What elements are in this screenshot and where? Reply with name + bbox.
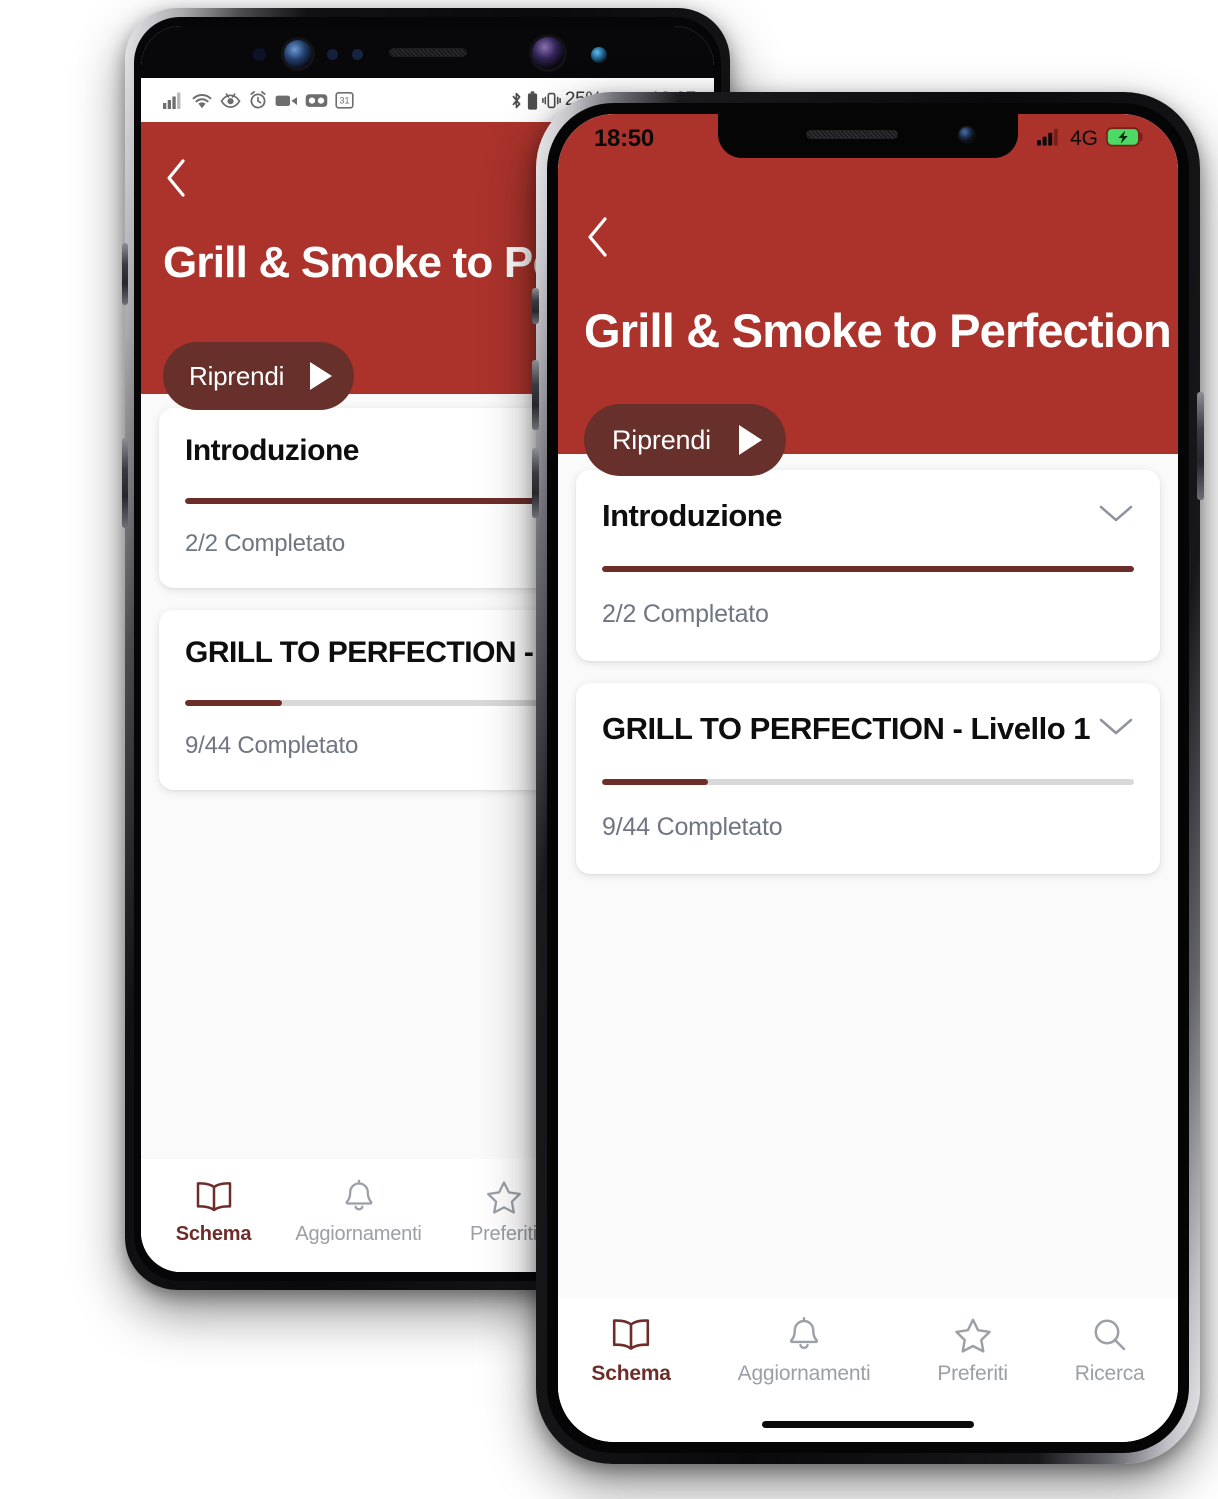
heart-rate-sensor-icon <box>591 47 607 63</box>
resume-button-label: Riprendi <box>189 360 285 391</box>
network-type-label: 4G <box>1069 127 1098 150</box>
tab-label: Preferiti <box>937 1362 1008 1385</box>
iphone-power-button[interactable] <box>1197 392 1204 500</box>
tab-ricerca[interactable]: Ricerca <box>1041 1316 1178 1386</box>
section-card[interactable]: GRILL TO PERFECTION - Livello 1 9/44 Com… <box>576 683 1160 874</box>
section-progress-fill <box>602 566 1134 572</box>
chevron-down-icon[interactable] <box>1098 503 1134 529</box>
calendar-icon: 31 <box>335 91 354 109</box>
android-volume-button[interactable] <box>122 243 128 305</box>
book-icon <box>193 1179 235 1215</box>
iphone-volume-down-button[interactable] <box>532 448 539 518</box>
ios-app-header: 18:50 4G Grill & Smoke to Perfection Rip… <box>558 114 1178 476</box>
video-camera-icon <box>275 93 298 108</box>
ios-status-right: 4G <box>1036 126 1144 152</box>
resume-button[interactable]: Riprendi <box>584 404 786 476</box>
signal-bars-icon <box>1036 127 1062 151</box>
play-icon <box>738 425 762 455</box>
earpiece-speaker <box>806 130 898 139</box>
chevron-down-icon[interactable] <box>1098 716 1134 742</box>
tab-label: Aggiornamenti <box>737 1362 871 1385</box>
iphone-screen: 18:50 4G Grill & Smoke to Perfection Rip… <box>558 114 1178 1442</box>
resume-button-label: Riprendi <box>612 424 711 455</box>
tab-label: Aggiornamenti <box>295 1223 422 1245</box>
bell-icon <box>782 1316 826 1354</box>
section-title: GRILL TO PERFECTION - Livello 1 <box>602 711 1091 746</box>
tab-preferiti[interactable]: Preferiti <box>904 1316 1041 1386</box>
star-icon <box>483 1179 525 1215</box>
iphone-silent-switch[interactable] <box>532 288 539 324</box>
tab-aggiornamenti[interactable]: Aggiornamenti <box>286 1179 431 1246</box>
tab-aggiornamenti[interactable]: Aggiornamenti <box>704 1316 904 1386</box>
home-indicator[interactable] <box>762 1421 974 1428</box>
resume-button[interactable]: Riprendi <box>163 342 355 410</box>
bluetooth-icon <box>510 91 523 110</box>
alarm-icon <box>248 91 268 109</box>
earpiece-speaker <box>388 48 467 57</box>
section-title: Introduzione <box>185 434 359 467</box>
android-top-bezel <box>141 26 714 78</box>
front-camera-icon <box>959 127 974 142</box>
signal-icon <box>163 92 184 109</box>
section-card[interactable]: Introduzione 2/2 Completato <box>576 470 1160 661</box>
back-button[interactable] <box>584 214 611 260</box>
section-card-header: Introduzione <box>602 498 1134 534</box>
battery-charging-icon <box>1105 126 1144 152</box>
vr-icon <box>305 92 328 109</box>
svg-text:31: 31 <box>339 96 349 106</box>
section-title: Introduzione <box>602 498 782 533</box>
eye-icon <box>220 92 241 109</box>
search-icon <box>1088 1316 1132 1354</box>
android-bixby-button[interactable] <box>122 438 128 528</box>
front-camera-icon <box>532 37 564 69</box>
section-progress-bar <box>602 779 1134 785</box>
tab-schema[interactable]: Schema <box>558 1316 704 1386</box>
tab-label: Ricerca <box>1074 1362 1145 1385</box>
tab-label: Schema <box>175 1223 252 1245</box>
ios-clock: 18:50 <box>594 125 654 152</box>
wifi-icon <box>191 92 213 109</box>
tab-label: Preferiti <box>469 1223 538 1245</box>
book-icon <box>609 1316 653 1354</box>
section-card-header: GRILL TO PERFECTION - Livello 1 <box>602 711 1134 747</box>
status-bar-left-icons: 31 <box>163 91 354 109</box>
light-sensor-icon <box>327 49 338 60</box>
section-progress-label: 9/44 Completato <box>602 813 783 841</box>
ios-app-content: 18:50 4G Grill & Smoke to Perfection Rip… <box>558 114 1178 1442</box>
iphone-notch <box>718 114 1018 158</box>
ios-section-list: Introduzione 2/2 Completato GRILL TO PER… <box>558 454 1178 1298</box>
page-title: Grill & Smoke to Perfection <box>584 304 1172 357</box>
tab-label: Schema <box>591 1362 671 1385</box>
back-button[interactable] <box>163 156 189 200</box>
bell-icon <box>338 1179 380 1215</box>
section-progress-bar <box>602 566 1134 572</box>
tab-schema[interactable]: Schema <box>141 1179 286 1246</box>
proximity-sensor-icon <box>253 48 266 61</box>
star-icon <box>951 1316 995 1354</box>
iphone-mockup: 18:50 4G Grill & Smoke to Perfection Rip… <box>532 92 1204 1464</box>
section-progress-fill <box>185 700 282 706</box>
section-progress-label: 2/2 Completato <box>602 600 769 628</box>
iphone-volume-up-button[interactable] <box>532 360 539 430</box>
iris-scanner-icon <box>284 40 312 68</box>
screenshot-canvas: 31 25% 19:0 <box>0 0 1218 1499</box>
ir-sensor-icon <box>352 49 363 60</box>
section-progress-fill <box>602 779 709 785</box>
play-icon <box>310 362 333 390</box>
